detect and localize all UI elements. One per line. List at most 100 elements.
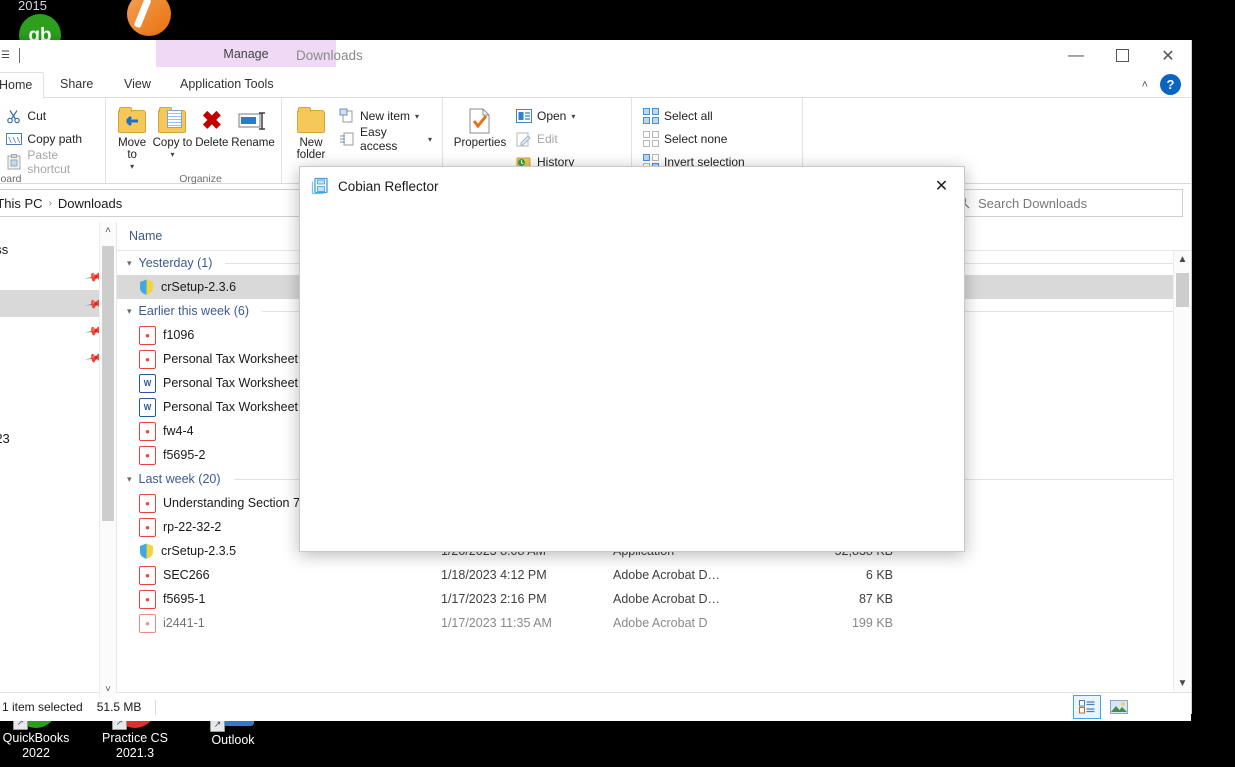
tab-application-tools[interactable]: Application Tools bbox=[169, 72, 285, 97]
table-row[interactable]: ● f5695-1 1/17/2023 2:16 PM Adobe Acroba… bbox=[117, 587, 1191, 611]
minimize-button[interactable]: — bbox=[1053, 40, 1099, 71]
file-name: i2441-1 bbox=[163, 616, 205, 630]
dialog-close-button[interactable]: ✕ bbox=[919, 168, 964, 205]
file-list-scrollbar[interactable]: ▲ ▼ bbox=[1173, 251, 1191, 692]
edit-button[interactable]: Edit bbox=[511, 128, 579, 150]
desktop-icon-label: QuickBooks bbox=[2, 731, 70, 745]
search-placeholder: Search Downloads bbox=[978, 195, 1088, 211]
copy-to-icon bbox=[158, 105, 187, 137]
rename-icon bbox=[238, 105, 268, 137]
rename-label: Rename bbox=[231, 137, 275, 149]
edit-label: Edit bbox=[537, 132, 558, 146]
view-mode-buttons bbox=[1073, 695, 1185, 719]
pdf-icon: ● bbox=[139, 517, 156, 537]
breadcrumb-downloads[interactable]: Downloads bbox=[58, 196, 122, 211]
easy-access-button[interactable]: Easy access ▾ bbox=[334, 125, 436, 153]
chevron-down-icon[interactable]: ▾ bbox=[170, 149, 174, 161]
easy-access-icon bbox=[338, 131, 355, 148]
maximize-icon bbox=[1115, 49, 1129, 62]
desktop-icon-label: Outlook bbox=[211, 733, 255, 747]
new-item-icon bbox=[338, 108, 355, 125]
close-button[interactable]: ✕ bbox=[1145, 40, 1191, 71]
select-commands: Select all Select none Invert selection bbox=[638, 103, 749, 173]
dialog-body bbox=[300, 205, 964, 550]
properties-button[interactable]: Properties bbox=[449, 103, 511, 149]
open-button[interactable]: Open ▾ bbox=[511, 105, 579, 127]
chevron-up-icon[interactable]: ˄ bbox=[1142, 79, 1148, 91]
nav-label: Quick access bbox=[0, 242, 9, 257]
file-name: f5695-1 bbox=[163, 592, 206, 606]
ribbon-group-organize: Move to ▾ Copy to ▾ ✖ Delete Rename Orga… bbox=[106, 98, 282, 185]
copy-to-label: Copy to bbox=[152, 137, 193, 149]
desktop-top-label: 2015 bbox=[18, 0, 47, 13]
open-label: Open bbox=[537, 109, 567, 123]
table-row[interactable]: ● SEC266 1/18/2023 4:12 PM Adobe Acrobat… bbox=[117, 563, 1191, 587]
tab-home[interactable]: Home bbox=[0, 72, 45, 99]
select-all-button[interactable]: Select all bbox=[638, 105, 749, 127]
file-group-label: Last week (20) bbox=[138, 472, 221, 486]
maximize-button[interactable] bbox=[1099, 40, 1145, 71]
large-icons-view-button[interactable] bbox=[1105, 695, 1133, 719]
select-none-button[interactable]: Select none bbox=[638, 128, 749, 150]
chevron-down-icon[interactable]: ▾ bbox=[127, 306, 132, 317]
text-caret bbox=[18, 48, 20, 63]
search-box[interactable]: Search Downloads bbox=[947, 189, 1183, 217]
open-icon bbox=[515, 108, 532, 125]
cut-button[interactable]: Cut bbox=[1, 105, 99, 127]
breadcrumb-this-pc[interactable]: This PC bbox=[0, 196, 43, 211]
chevron-down-icon[interactable]: ▾ bbox=[415, 112, 419, 121]
paste-shortcut-button[interactable]: Paste shortcut bbox=[1, 148, 99, 176]
table-row[interactable]: ● i2441-1 1/17/2023 11:35 AM Adobe Acrob… bbox=[117, 611, 1191, 635]
navigation-pane: Quick access Desktop 📌 Downloads 📌 Docum… bbox=[0, 222, 117, 698]
file-name-cell: ● SEC266 bbox=[117, 565, 429, 585]
desktop-icon-orange-top[interactable] bbox=[100, 0, 196, 37]
delete-label: Delete bbox=[195, 137, 229, 149]
nav-pane-scrollbar[interactable]: ˄ ˅ bbox=[99, 222, 116, 698]
chevron-down-icon[interactable]: ▾ bbox=[571, 112, 575, 121]
tab-view[interactable]: View bbox=[113, 72, 162, 97]
scroll-down-arrow[interactable]: ▼ bbox=[1174, 675, 1191, 692]
details-view-button[interactable] bbox=[1073, 695, 1101, 719]
new-folder-button[interactable]: New folder bbox=[288, 103, 334, 161]
status-selection-text: 1 item selected bbox=[2, 700, 83, 714]
quick-access-toolbar[interactable]: ☰ bbox=[1, 48, 20, 63]
nav-scroll-down-arrow[interactable]: ˅ bbox=[105, 684, 111, 695]
file-name: f5695-2 bbox=[163, 448, 206, 462]
file-date-cell: 1/17/2023 11:35 AM bbox=[441, 616, 552, 630]
status-left: 1 item selected 51.5 MB bbox=[0, 699, 157, 715]
cut-label: Cut bbox=[27, 109, 47, 123]
nav-scroll-thumb[interactable] bbox=[102, 246, 114, 521]
pdf-icon: ● bbox=[139, 565, 156, 585]
orange-app-glyph bbox=[127, 0, 171, 36]
nav-scroll-up-arrow[interactable]: ˄ bbox=[105, 225, 111, 236]
help-icon[interactable]: ? bbox=[1160, 74, 1181, 95]
new-item-button[interactable]: New item ▾ bbox=[334, 105, 436, 127]
scroll-thumb[interactable] bbox=[1176, 273, 1189, 307]
nav-label: January 2023 bbox=[0, 431, 10, 446]
copy-to-button[interactable]: Copy to ▾ bbox=[152, 103, 192, 161]
rename-button[interactable]: Rename bbox=[231, 103, 275, 149]
cobian-reflector-dialog: Cobian Reflector ✕ bbox=[299, 166, 965, 552]
chevron-down-icon[interactable]: ▾ bbox=[130, 161, 134, 173]
copy-path-label: Copy path bbox=[27, 132, 83, 146]
desktop-icon-label-2: 2022 bbox=[22, 746, 50, 760]
file-type-cell: Adobe Acrobat D… bbox=[613, 592, 721, 606]
paste-shortcut-label: Paste shortcut bbox=[27, 148, 71, 176]
properties-icon bbox=[467, 105, 493, 137]
file-group-label: Yesterday (1) bbox=[138, 256, 213, 270]
scroll-up-arrow[interactable]: ▲ bbox=[1174, 251, 1191, 268]
file-size-cell: 199 KB bbox=[851, 616, 893, 630]
word-icon: W bbox=[139, 397, 156, 417]
delete-button[interactable]: ✖ Delete bbox=[193, 103, 231, 149]
chevron-down-icon[interactable]: ▾ bbox=[428, 135, 432, 144]
quick-access-dropdown-icon[interactable]: ☰ bbox=[1, 50, 10, 61]
copy-path-button[interactable]: \\\\ Copy path bbox=[1, 128, 99, 150]
tab-share[interactable]: Share bbox=[49, 72, 104, 97]
chevron-down-icon[interactable]: ▾ bbox=[127, 474, 132, 485]
dialog-title-bar: Cobian Reflector ✕ bbox=[300, 167, 964, 205]
file-name: f1096 bbox=[163, 328, 195, 342]
file-name: Personal Tax Worksheet bbox=[163, 376, 299, 390]
chevron-down-icon[interactable]: ▾ bbox=[127, 258, 132, 269]
move-to-button[interactable]: Move to ▾ bbox=[112, 103, 152, 173]
open-small-commands: Open ▾ Edit History bbox=[511, 103, 579, 173]
